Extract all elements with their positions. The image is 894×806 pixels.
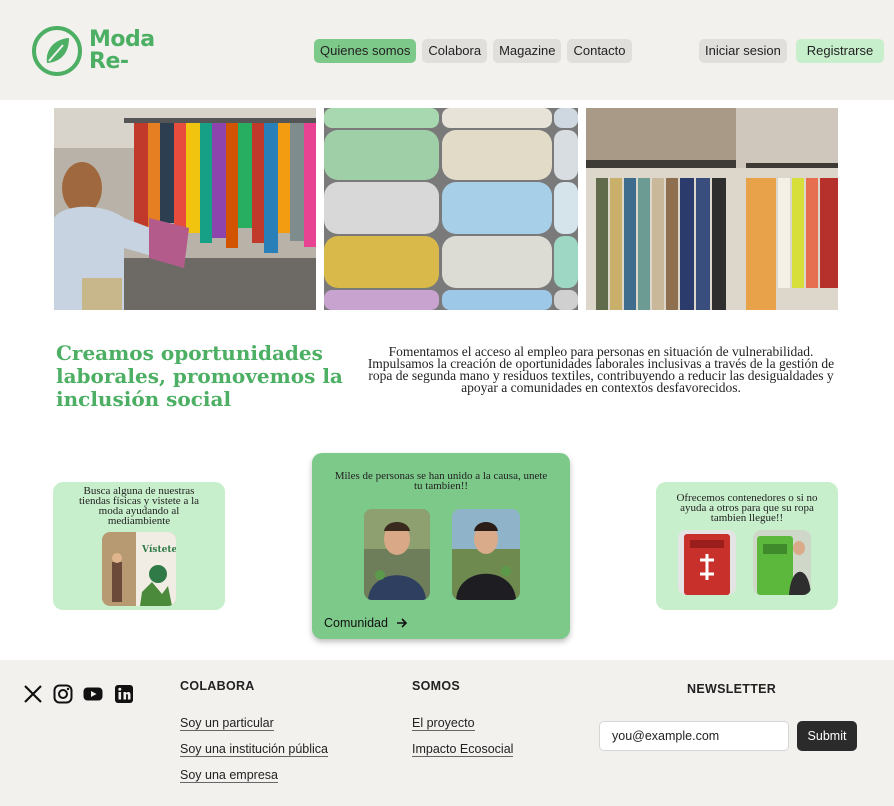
- logo[interactable]: Moda Re-: [31, 25, 155, 77]
- login-button[interactable]: Iniciar sesion: [699, 39, 787, 63]
- x-icon[interactable]: [23, 684, 43, 704]
- community-card[interactable]: Miles de personas se han unido a la caus…: [312, 453, 570, 639]
- leaf-logo-icon: [32, 26, 82, 76]
- linkedin-icon[interactable]: [114, 684, 134, 704]
- register-button[interactable]: Registrarse: [796, 39, 884, 63]
- mission-title: Creamos oportunidades laborales, promove…: [56, 341, 343, 411]
- newsletter-heading: NEWSLETTER: [687, 682, 777, 696]
- newsletter-submit-button[interactable]: Submit: [797, 721, 857, 751]
- colabora-heading: COLABORA: [180, 679, 255, 693]
- arrow-right-icon: [396, 618, 408, 628]
- youtube-icon[interactable]: [83, 684, 103, 704]
- stores-card[interactable]: Busca alguna de nuestras tiendas físicas…: [53, 482, 225, 610]
- link-proyecto[interactable]: El proyecto: [412, 716, 475, 731]
- volunteer-photo-1: [364, 509, 430, 600]
- nav-colabora[interactable]: Colabora: [422, 39, 488, 63]
- red-container-photo: [678, 530, 736, 595]
- stores-card-text: Busca alguna de nuestras tiendas físicas…: [78, 485, 200, 527]
- somos-heading: SOMOS: [412, 679, 461, 693]
- main-nav: Quienes somos Colabora Magazine Contacto: [314, 39, 632, 63]
- logo-line1: Moda: [89, 27, 155, 52]
- link-institucion[interactable]: Soy una institución pública: [180, 742, 329, 757]
- green-container-photo: [753, 530, 811, 595]
- link-particular[interactable]: Soy un particular: [180, 716, 274, 731]
- containers-card[interactable]: Ofrecemos contenedores o si no ayuda a o…: [656, 482, 838, 610]
- link-impacto[interactable]: Impacto Ecosocial: [412, 742, 514, 757]
- volunteer-photo-2: [452, 509, 520, 600]
- photo-textile-bales: [324, 108, 578, 310]
- mission-text: Fomentamos el acceso al empleo para pers…: [367, 344, 835, 395]
- store-photo: Vístete cambio.: [102, 532, 176, 606]
- logo-text: Moda Re-: [89, 29, 155, 73]
- photo-clothing-rack: [54, 108, 316, 310]
- community-link-label: Comunidad: [324, 616, 388, 630]
- store-sign-text: Vístete cambio.: [141, 544, 176, 555]
- nav-quienes-somos[interactable]: Quienes somos: [314, 39, 417, 63]
- nav-magazine[interactable]: Magazine: [493, 39, 562, 63]
- community-card-text: Miles de personas se han unido a la caus…: [334, 470, 548, 492]
- containers-card-text: Ofrecemos contenedores o si no ayuda a o…: [676, 492, 818, 524]
- community-link[interactable]: Comunidad: [324, 616, 408, 630]
- link-empresa[interactable]: Soy una empresa: [180, 768, 278, 783]
- header: Moda Re- Quienes somos Colabora Magazine…: [0, 0, 894, 100]
- footer: COLABORA Soy un particular Soy una insti…: [0, 660, 894, 806]
- logo-line2: Re-: [89, 49, 129, 74]
- newsletter-email-input[interactable]: you@example.com: [599, 721, 789, 751]
- photo-shop-interior: [586, 108, 838, 310]
- instagram-icon[interactable]: [53, 684, 73, 704]
- nav-contacto[interactable]: Contacto: [567, 39, 632, 63]
